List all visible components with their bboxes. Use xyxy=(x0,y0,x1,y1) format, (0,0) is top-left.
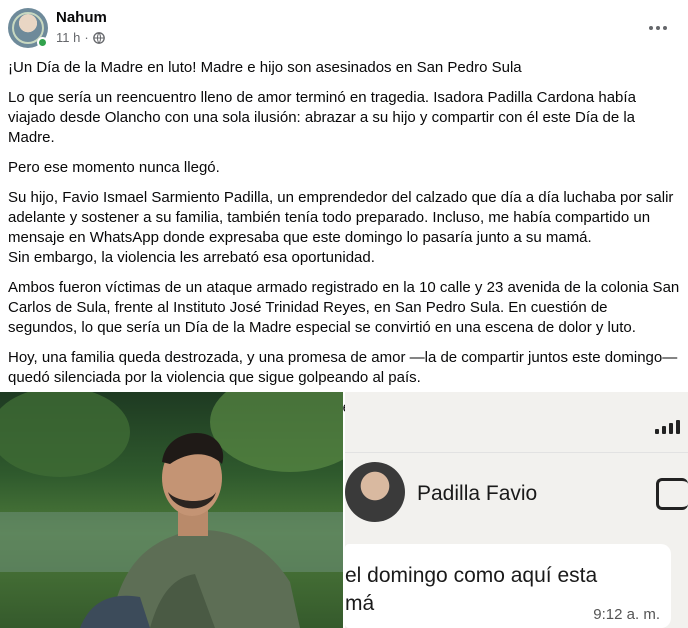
chat-header-divider xyxy=(345,452,688,453)
message-time: 9:12 a. m. xyxy=(593,606,660,623)
signal-bars-icon xyxy=(655,420,680,434)
contact-name: Padilla Favio xyxy=(417,482,538,505)
more-options-button[interactable] xyxy=(644,14,672,42)
post-photos: Padilla Favio el domingo como aquí esta … xyxy=(0,392,688,628)
post-paragraph: Pero ese momento nunca llegó. xyxy=(8,159,220,176)
message-text: el domingo como aquí esta xyxy=(345,564,598,587)
post-headline: ¡Un Día de la Madre en luto! Madre e hij… xyxy=(8,59,522,76)
author-name[interactable]: Nahum xyxy=(56,9,107,26)
globe-icon xyxy=(92,31,105,44)
portrait-photo[interactable] xyxy=(0,392,343,628)
online-status-indicator xyxy=(37,37,48,48)
post-paragraph: Hoy, una familia queda destrozada, y una… xyxy=(8,349,678,386)
more-options-icon xyxy=(649,26,653,30)
post-meta: 11 h · xyxy=(56,30,105,45)
post-paragraph: Lo que sería un reencuentro lleno de amo… xyxy=(8,89,636,146)
message-text: má xyxy=(345,592,375,615)
post-paragraph: Ambos fueron víctimas de un ataque armad… xyxy=(8,279,680,336)
portrait-illustration xyxy=(0,392,343,628)
post-paragraph: Sin embargo, la violencia les arrebató e… xyxy=(8,249,375,266)
meta-separator: · xyxy=(84,30,89,45)
whatsapp-screenshot[interactable]: Padilla Favio el domingo como aquí esta … xyxy=(345,392,688,628)
contact-avatar xyxy=(345,462,405,522)
post-body: ¡Un Día de la Madre en luto! Madre e hij… xyxy=(8,58,680,428)
post-paragraph: Su hijo, Favio Ismael Sarmiento Padilla,… xyxy=(8,189,674,246)
post-timestamp[interactable]: 11 h xyxy=(56,30,80,45)
video-call-icon xyxy=(656,478,688,510)
post-header: Nahum 11 h · xyxy=(0,0,688,54)
